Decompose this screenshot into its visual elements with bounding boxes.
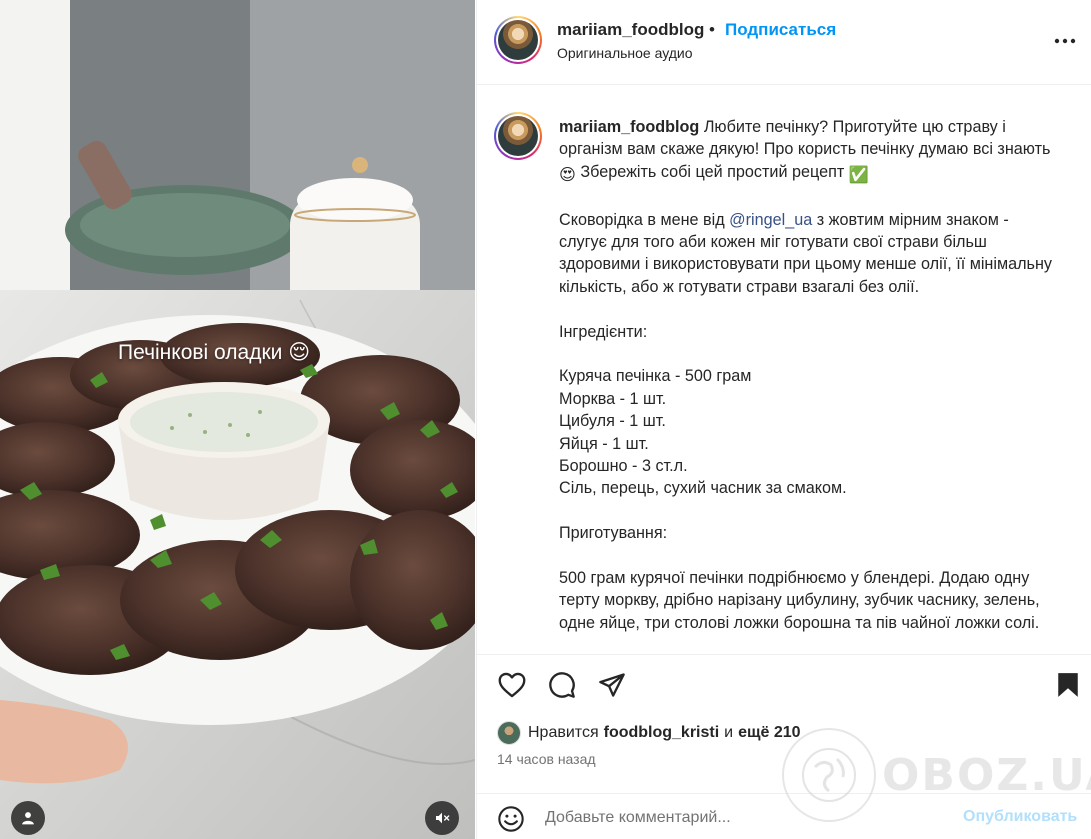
post-caption: mariiam_foodblog Любите печінку? Приготу… <box>559 116 1054 634</box>
caption-author-avatar[interactable] <box>494 112 542 160</box>
more-horizontal-icon <box>1054 38 1076 44</box>
author-username[interactable]: mariiam_foodblog <box>557 20 704 40</box>
follow-button[interactable]: Подписаться <box>725 20 836 40</box>
likes-conjunction: и <box>724 724 734 741</box>
heart-eyes-emoji: 😍 <box>559 165 576 184</box>
comment-bar: Опубликовать <box>477 793 1091 839</box>
sound-off-icon <box>436 812 450 824</box>
method-title: Приготування: <box>559 524 668 543</box>
smile-icon <box>498 806 524 832</box>
post-actions: Нравится foodblog_kristi и ещё 210 14 ча… <box>477 654 1091 839</box>
save-button[interactable] <box>1051 668 1085 702</box>
emoji-picker-button[interactable] <box>494 802 528 836</box>
user-icon <box>22 812 34 825</box>
ingredient-item: Цибуля - 1 шт. <box>559 412 666 431</box>
check-mark-emoji: ✅ <box>848 165 869 184</box>
likes-prefix: Нравится <box>528 724 599 741</box>
caption-paragraph-intro: mariiam_foodblog Любите печінку? Приготу… <box>559 116 1054 186</box>
bookmark-icon <box>1058 673 1078 697</box>
comment-icon <box>549 672 575 698</box>
header-separator: • <box>709 20 715 39</box>
liker-username[interactable]: foodblog_kristi <box>604 724 720 742</box>
tagged-users-button[interactable] <box>11 801 45 835</box>
author-avatar[interactable] <box>494 16 542 64</box>
ingredients-title: Інгредієнти: <box>559 322 648 341</box>
mute-button[interactable] <box>425 801 459 835</box>
comment-input[interactable] <box>545 806 945 830</box>
caption-pan-before: Сковорідка в мене від <box>559 210 730 229</box>
ingredient-item: Морква - 1 шт. <box>559 389 667 408</box>
publish-comment-button[interactable]: Опубликовать <box>963 808 1077 826</box>
mention-link[interactable]: @ringel_ua <box>729 211 812 229</box>
post-media[interactable]: Печінкові оладки 😌 <box>0 0 475 839</box>
ingredient-item: Борошно - 3 ст.л. <box>559 457 688 476</box>
caption-area: mariiam_foodblog Любите печінку? Приготу… <box>477 86 1091 654</box>
post-header: mariiam_foodblog • Подписаться Оригиналь… <box>477 0 1091 85</box>
liker-avatar[interactable] <box>497 721 521 745</box>
method-text: 500 грам курячої печінки подрібнюємо у б… <box>559 569 1045 632</box>
video-overlay-text: Печінкові оладки 😌 <box>118 341 311 364</box>
caption-username[interactable]: mariiam_foodblog <box>559 118 699 136</box>
heart-icon <box>498 672 526 698</box>
share-icon <box>599 673 625 697</box>
share-button[interactable] <box>595 668 629 702</box>
ingredient-item: Яйця - 1 шт. <box>559 434 649 453</box>
ingredient-item: Куряча печінка - 500 грам <box>559 367 752 386</box>
likes-summary: Нравится foodblog_kristi и ещё 210 <box>497 721 806 745</box>
more-options-button[interactable] <box>1050 26 1080 56</box>
caption-paragraph-pan: Сковорідка в мене від @ringel_ua з жовти… <box>559 209 1054 299</box>
likes-count[interactable]: ещё 210 <box>738 724 800 742</box>
caption-intro-end: Збережіть собі цей простий рецепт <box>580 162 845 181</box>
post-sidebar: mariiam_foodblog • Подписаться Оригиналь… <box>476 0 1091 839</box>
like-button[interactable] <box>495 668 529 702</box>
post-timestamp[interactable]: 14 часов назад <box>497 751 596 767</box>
ingredient-item: Сіль, перець, сухий часник за смаком. <box>559 479 847 498</box>
comment-button[interactable] <box>545 668 579 702</box>
food-photo <box>0 0 475 839</box>
audio-label[interactable]: Оригинальное аудио <box>557 45 693 61</box>
